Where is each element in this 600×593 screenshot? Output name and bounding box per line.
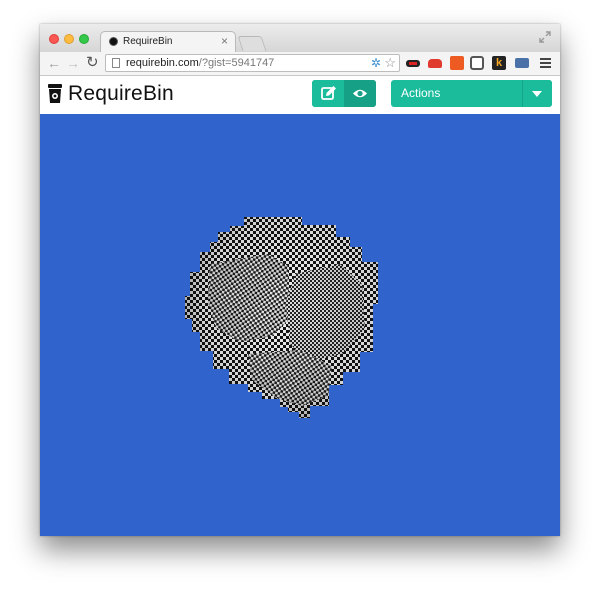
browser-toolbar: ← → ↻ requirebin.com/?gist=5941747 ✲ ☆ k bbox=[40, 52, 560, 76]
address-bar[interactable]: requirebin.com/?gist=5941747 ✲ ☆ bbox=[105, 54, 400, 72]
reload-icon[interactable]: ↻ bbox=[86, 55, 99, 71]
mode-button-group bbox=[312, 80, 376, 107]
edit-pencil-icon bbox=[321, 86, 336, 100]
url-text[interactable]: requirebin.com/?gist=5941747 bbox=[126, 57, 274, 69]
edit-button[interactable] bbox=[312, 80, 344, 107]
browser-tab[interactable]: RequireBin × bbox=[100, 31, 236, 52]
actions-toggle[interactable] bbox=[522, 80, 552, 107]
mask-extension-icon[interactable] bbox=[406, 60, 420, 67]
render-canvas[interactable] bbox=[40, 114, 560, 536]
app-header: RequireBin Actions bbox=[40, 76, 560, 114]
coffee-cup-logo-icon bbox=[48, 84, 62, 103]
close-window-icon[interactable] bbox=[49, 34, 59, 44]
bookmark-star-icon[interactable]: ☆ bbox=[384, 55, 396, 71]
camera-extension-icon[interactable] bbox=[515, 58, 529, 68]
maximize-window-icon[interactable] bbox=[79, 34, 89, 44]
favicon-icon bbox=[109, 37, 118, 46]
voxel-shading bbox=[185, 217, 378, 418]
tab-title: RequireBin bbox=[123, 36, 173, 47]
eye-icon bbox=[353, 89, 367, 98]
actions-dropdown[interactable]: Actions bbox=[391, 80, 552, 107]
new-tab-button[interactable] bbox=[237, 36, 267, 51]
tab-close-icon[interactable]: × bbox=[221, 34, 228, 48]
minimize-window-icon[interactable] bbox=[64, 34, 74, 44]
forward-arrow-icon[interactable]: → bbox=[66, 55, 80, 71]
view-button[interactable] bbox=[344, 80, 376, 107]
page-icon bbox=[112, 58, 120, 68]
app-logo-text[interactable]: RequireBin bbox=[68, 82, 174, 106]
k-extension-icon[interactable]: k bbox=[492, 56, 506, 70]
voxel-sphere-render bbox=[185, 217, 378, 418]
browser-window: RequireBin × ← → ↻ requirebin.com/?gist=… bbox=[40, 24, 560, 536]
caret-down-icon bbox=[532, 91, 542, 97]
browser-menu-icon[interactable] bbox=[540, 58, 551, 60]
actions-label: Actions bbox=[401, 86, 441, 100]
extension-action-icon[interactable]: ✲ bbox=[371, 56, 381, 70]
fullscreen-icon[interactable] bbox=[538, 30, 552, 44]
orange-extension-icon[interactable] bbox=[450, 56, 464, 70]
pocket-extension-icon[interactable] bbox=[470, 56, 484, 70]
back-arrow-icon[interactable]: ← bbox=[47, 55, 61, 71]
title-bar: RequireBin × bbox=[40, 24, 560, 52]
red-extension-icon[interactable] bbox=[428, 59, 442, 68]
